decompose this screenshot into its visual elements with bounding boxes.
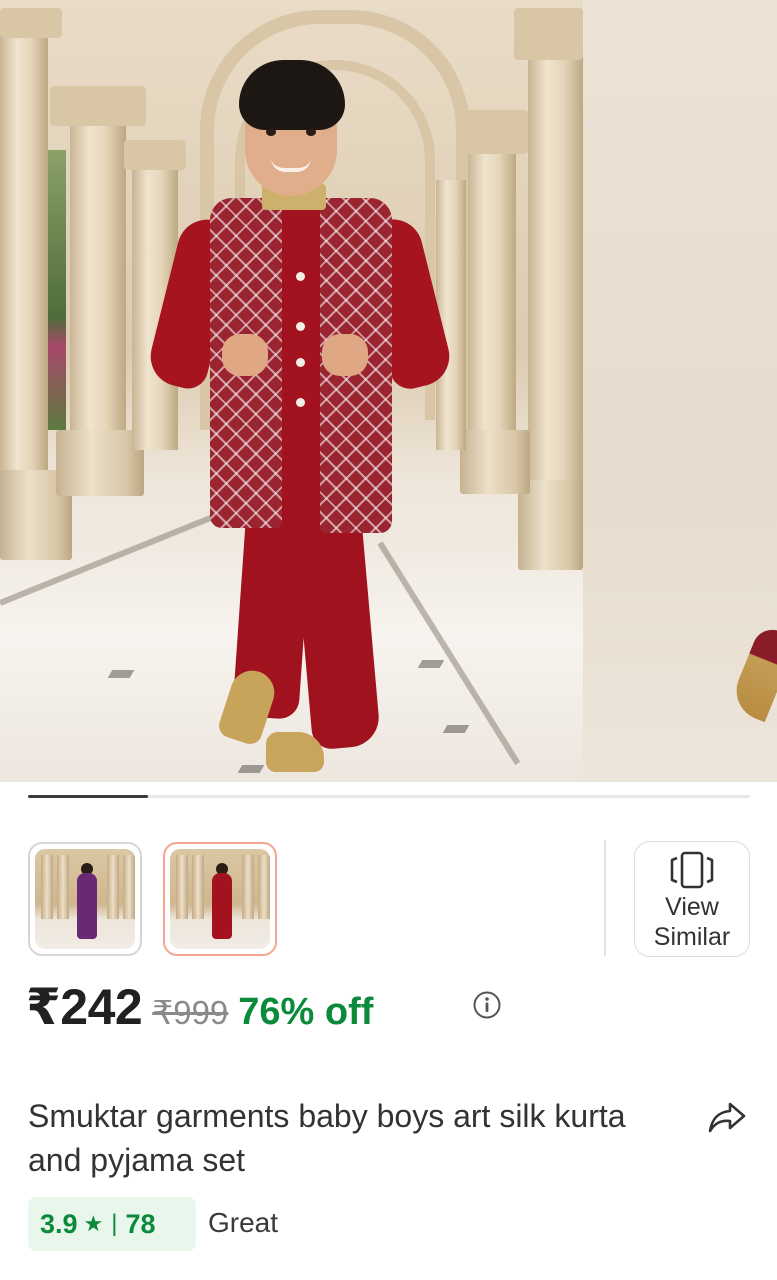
original-price: ₹999	[152, 994, 229, 1031]
divider	[604, 840, 606, 956]
rating-separator: |	[111, 1210, 118, 1237]
variant-thumbnail-purple[interactable]	[28, 842, 142, 956]
view-similar-label: View Similar	[653, 893, 731, 951]
variant-thumbnail-image	[35, 849, 135, 949]
view-similar-button[interactable]: View Similar	[634, 841, 750, 957]
pillar	[0, 20, 48, 540]
rating-label: Great	[208, 1207, 279, 1238]
rating-score: 3.9	[40, 1208, 78, 1239]
share-icon[interactable]	[706, 1098, 748, 1138]
variant-thumbnail-maroon[interactable]	[163, 842, 277, 956]
carousel-progress-fill	[28, 795, 148, 798]
price-row: ₹242 ₹999 76% off	[26, 978, 374, 1035]
product-title: Smuktar garments baby boys art silk kurt…	[28, 1098, 626, 1178]
rating-count: 78	[125, 1208, 156, 1239]
model-boy	[144, 58, 456, 778]
product-image-carousel[interactable]	[0, 0, 777, 782]
info-icon[interactable]	[472, 990, 502, 1020]
current-price: ₹242	[26, 979, 143, 1035]
pillar	[468, 140, 516, 470]
view-similar-icon	[670, 851, 714, 889]
pillar	[70, 110, 126, 480]
variant-outfit	[212, 873, 232, 939]
variant-thumbnail-image	[170, 849, 270, 949]
variant-outfit	[77, 873, 97, 939]
pillar	[528, 40, 583, 550]
star-icon: ★	[83, 1211, 104, 1236]
carousel-progress-track	[28, 795, 750, 798]
product-image[interactable]	[0, 0, 583, 782]
next-product-image-peek[interactable]	[583, 0, 777, 782]
rating-badge[interactable]: 3.9 ★ | 78	[28, 1197, 196, 1251]
discount-percent: 76% off	[238, 991, 374, 1033]
